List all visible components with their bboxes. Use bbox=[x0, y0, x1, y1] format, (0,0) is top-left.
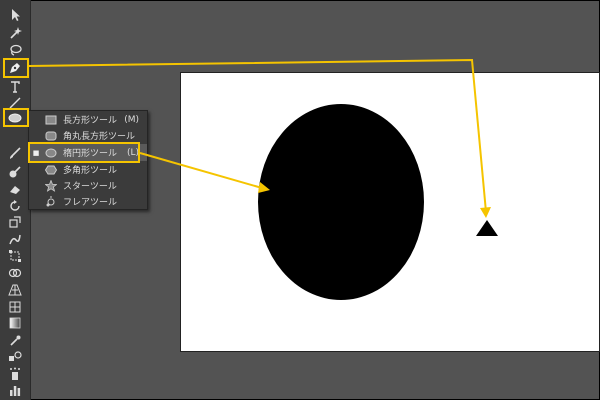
pen-callout-arrowhead bbox=[480, 207, 491, 218]
pen-callout-arrow bbox=[28, 58, 487, 213]
ellipse-callout-arrowhead bbox=[258, 182, 270, 193]
ellipse-callout-arrow bbox=[139, 152, 263, 189]
callout-arrows bbox=[28, 58, 491, 218]
